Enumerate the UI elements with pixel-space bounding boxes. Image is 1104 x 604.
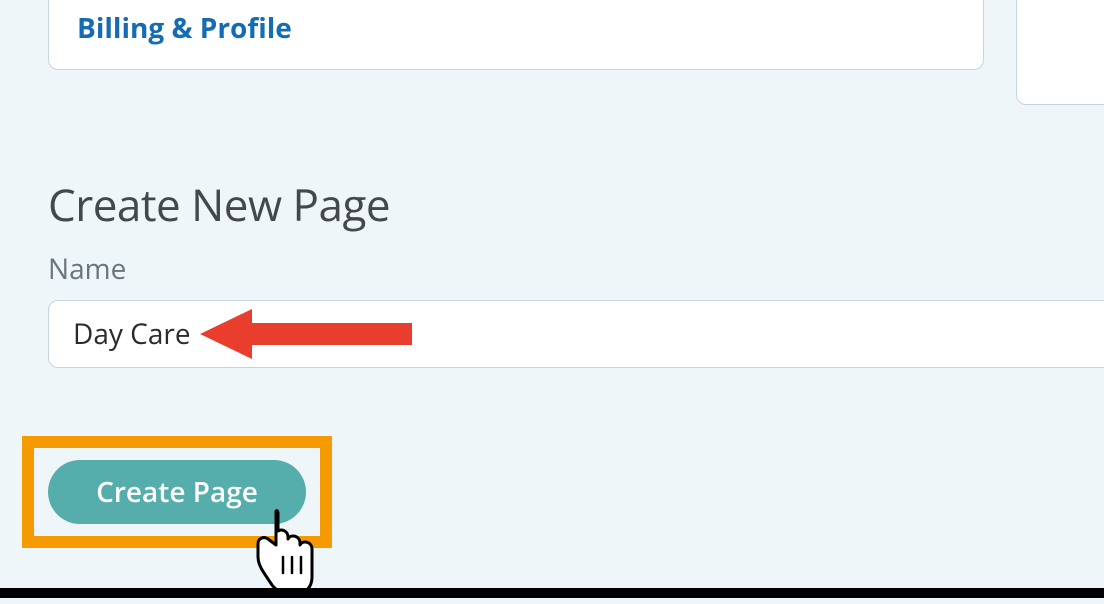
side-card — [1016, 0, 1104, 105]
nav-card: Contracts & Forms Billing & Profile — [48, 0, 984, 70]
nav-link-billing-profile[interactable]: Billing & Profile — [77, 6, 955, 51]
name-label: Name — [48, 250, 126, 288]
section-title: Create New Page — [48, 174, 390, 234]
create-page-button[interactable]: Create Page — [48, 460, 306, 524]
footer-bar — [0, 588, 1104, 598]
name-input[interactable] — [48, 300, 1104, 368]
